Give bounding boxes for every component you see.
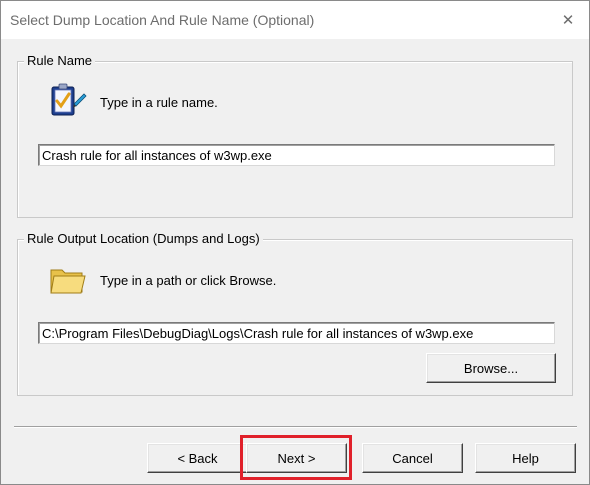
title-bar: Select Dump Location And Rule Name (Opti… xyxy=(1,1,589,39)
output-path-input[interactable]: C:\Program Files\DebugDiag\Logs\Crash ru… xyxy=(38,322,555,344)
clipboard-check-icon xyxy=(48,82,88,122)
folder-icon xyxy=(48,262,88,296)
output-location-group: Rule Output Location (Dumps and Logs) Ty… xyxy=(17,231,573,396)
dialog-window: Select Dump Location And Rule Name (Opti… xyxy=(0,0,590,485)
rule-name-group: Rule Name Type in a rule name. Crash rul… xyxy=(17,53,573,218)
cancel-button[interactable]: Cancel xyxy=(362,443,463,473)
rule-name-legend: Rule Name xyxy=(24,53,96,68)
close-button[interactable]: ✕ xyxy=(553,5,583,35)
footer-separator xyxy=(14,426,577,428)
cancel-button-label: Cancel xyxy=(392,450,433,466)
next-button-highlight xyxy=(240,435,352,480)
rule-name-input[interactable]: Crash rule for all instances of w3wp.exe xyxy=(38,144,555,166)
dialog-title: Select Dump Location And Rule Name (Opti… xyxy=(10,12,315,28)
output-location-legend: Rule Output Location (Dumps and Logs) xyxy=(24,231,263,246)
rule-name-prompt: Type in a rule name. xyxy=(100,95,218,110)
help-button-label: Help xyxy=(512,450,539,466)
browse-button-label: Browse... xyxy=(463,360,519,376)
close-icon: ✕ xyxy=(561,12,575,29)
help-button[interactable]: Help xyxy=(475,443,576,473)
back-button[interactable]: < Back xyxy=(147,443,248,473)
back-button-label: < Back xyxy=(177,450,218,466)
browse-button[interactable]: Browse... xyxy=(426,353,556,383)
output-location-prompt: Type in a path or click Browse. xyxy=(100,273,277,288)
